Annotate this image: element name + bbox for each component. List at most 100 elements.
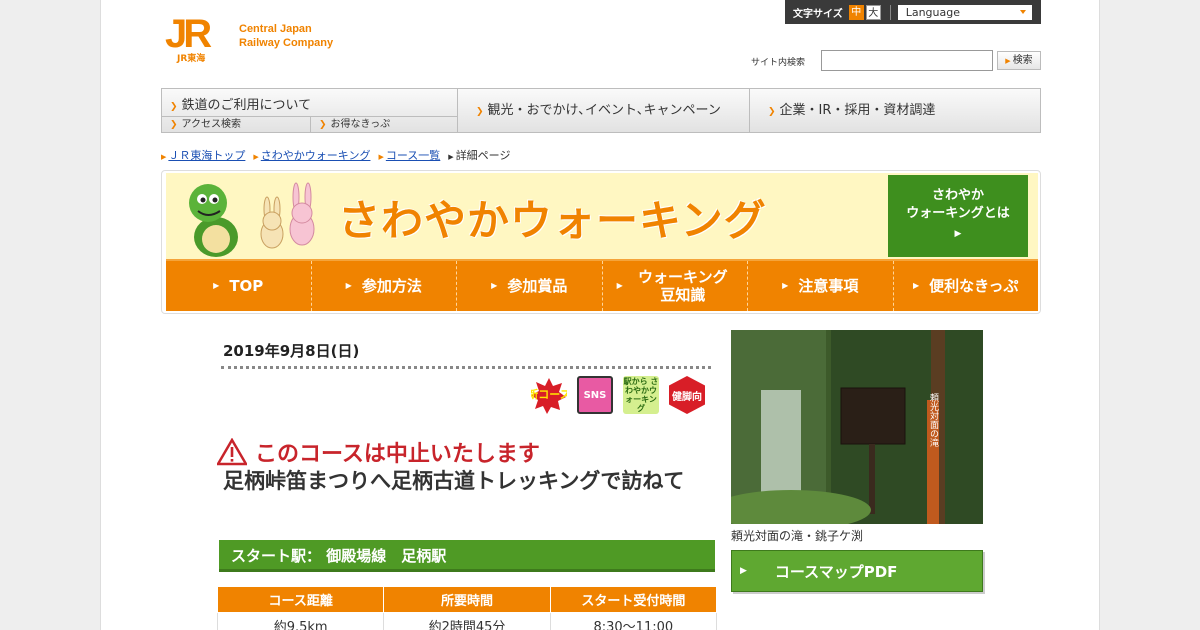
ekikara-walking-badge: 駅から さわやかウォーキング	[623, 376, 659, 414]
company-name-line2: Railway Company	[239, 37, 334, 49]
language-select-label: Language	[905, 5, 960, 19]
walking-nav-how-to-join[interactable]: ▶ 参加方法	[312, 261, 457, 311]
table-header-row: コース距離 所要時間 スタート受付時間	[216, 586, 718, 613]
chevron-right-icon: ❯	[319, 120, 327, 130]
arrow-right-icon: ▶	[1005, 57, 1011, 65]
gnav-railway-subnav: ❯ アクセス検索 ❯ お得なきっぷ	[162, 116, 458, 132]
walking-nav-label: 参加賞品	[507, 277, 568, 295]
chevron-down-icon	[1019, 9, 1026, 14]
gnav-railway-use[interactable]: ❯ 鉄道のご利用について	[162, 89, 458, 116]
course-date: 2019年9月8日(日)	[223, 342, 360, 360]
walking-nav-label: 参加方法	[361, 277, 422, 295]
table-header-duration: 所要時間	[383, 586, 551, 613]
company-name: Central Japan Railway Company	[239, 22, 333, 50]
table-header-distance: コース距離	[216, 586, 385, 613]
breadcrumb-item: ▶ コース一覧	[378, 147, 440, 163]
signpost-text: 頼光対面の滝	[928, 393, 939, 448]
search-button-label: 検索	[1012, 55, 1033, 66]
arrow-right-icon: ▶	[161, 153, 167, 161]
cancel-notice: このコースは中止いたします	[217, 436, 540, 468]
gnav-corporate-label: 企業・IR・採用・資材調達	[779, 103, 936, 118]
breadcrumb-walking-link[interactable]: さわやかウォーキング	[261, 149, 371, 162]
walking-nav-prizes[interactable]: ▶ 参加賞品	[457, 261, 603, 311]
start-station-bar: スタート駅： 御殿場線 足柄駅	[219, 540, 715, 572]
walking-banner: さわやかウォーキング さわやか ウォーキングとは ▶ ▶ TOP ▶ 参加方法 ▶ 参…	[161, 170, 1041, 314]
arrow-right-icon: ▶	[782, 281, 789, 290]
gnav-tourism-label: 観光・おでかけ､イベント､キャンペーン	[487, 103, 721, 118]
gnav-railway-use-label: 鉄道のご利用について	[181, 98, 312, 113]
search-input[interactable]	[821, 50, 993, 71]
walking-nav-label: 便利なきっぷ	[929, 277, 1019, 295]
arrow-right-icon: ▶	[253, 153, 259, 161]
arrow-right-icon: ▶	[448, 153, 454, 161]
ekikara-walking-badge-text: 駅から さわやかウォーキング	[623, 377, 659, 413]
gnav-corporate[interactable]: ❯ 企業・IR・採用・資材調達	[750, 89, 1040, 132]
utility-bar: 文字サイズ 中 大 Language	[785, 0, 1041, 24]
dotted-divider	[221, 366, 711, 369]
global-nav: ❯ 鉄道のご利用について ❯ アクセス検索 ❯ お得なきっぷ ❯ 観光・おでかけ､イベン…	[161, 88, 1041, 133]
what-is-walking-button[interactable]: さわやか ウォーキングとは ▶	[888, 175, 1028, 257]
advanced-walkers-badge: 健脚向	[669, 376, 705, 414]
arrow-right-icon: ▶	[740, 566, 747, 576]
jr-logo-mark: JR JR東海	[165, 12, 229, 64]
breadcrumb-item: ▶ ＪＲ東海トップ	[161, 147, 245, 163]
gnav-access-search[interactable]: ❯ アクセス検索	[162, 117, 310, 132]
chevron-right-icon: ❯	[768, 107, 776, 117]
breadcrumb-current: 詳細ページ	[455, 149, 511, 162]
what-is-walking-line1: さわやか	[931, 188, 984, 203]
gnav-discount-tickets[interactable]: ❯ お得なきっぷ	[310, 117, 458, 132]
gnav-tourism[interactable]: ❯ 観光・おでかけ､イベント､キャンペーン	[458, 89, 750, 132]
new-course-badge-text: 新コース	[531, 387, 567, 401]
breadcrumb: ▶ ＪＲ東海トップ ▶ さわやかウォーキング ▶ コース一覧 ▶ 詳細ページ	[161, 147, 510, 163]
what-is-walking-line2: ウォーキングとは	[906, 206, 1010, 221]
course-photo: 頼光対面の滝	[731, 330, 983, 524]
walking-nav-top[interactable]: ▶ TOP	[166, 261, 312, 311]
page: JR JR東海 Central Japan Railway Company 文字…	[100, 0, 1100, 630]
site-search-label: サイト内検索	[751, 58, 806, 68]
font-size-medium-button[interactable]: 中	[848, 4, 864, 20]
table-cell-distance: 約9.5km	[216, 612, 385, 630]
font-size-large-button[interactable]: 大	[865, 4, 881, 20]
photo-caption: 頼光対面の滝・銚子ケ渕	[731, 529, 864, 543]
walking-nav-notes[interactable]: ▶ 注意事項	[748, 261, 894, 311]
new-course-icon: 新コース	[531, 378, 567, 414]
mascot-illustration	[189, 182, 315, 257]
walking-nav-label: 注意事項	[798, 277, 859, 295]
divider	[889, 4, 891, 20]
new-course-badge: 新コース	[531, 376, 567, 414]
breadcrumb-item: ▶ 詳細ページ	[448, 147, 510, 163]
jr-logo-text: JR	[165, 12, 212, 56]
sns-badge: SNS	[577, 376, 613, 414]
walking-nav-tips[interactable]: ▶ ウォーキング豆知識	[603, 261, 748, 311]
arrow-right-icon: ▶	[912, 281, 920, 290]
breadcrumb-courses-link[interactable]: コース一覧	[386, 149, 440, 162]
gnav-railway-group: ❯ 鉄道のご利用について ❯ アクセス検索 ❯ お得なきっぷ	[162, 89, 458, 132]
gnav-access-search-label: アクセス検索	[181, 119, 242, 130]
font-size-label: 文字サイズ	[793, 8, 843, 20]
course-badges: 新コース SNS 駅から さわやかウォーキング 健脚向	[531, 376, 705, 414]
course-info-table: コース距離 所要時間 スタート受付時間 約9.5km 約2時間45分 8:30～…	[216, 586, 718, 630]
search-button[interactable]: ▶ 検索	[997, 51, 1041, 70]
arrow-right-icon: ▶	[213, 281, 220, 290]
walking-nav-tickets[interactable]: ▶ 便利なきっぷ	[894, 261, 1039, 311]
table-cell-duration: 約2時間45分	[383, 612, 551, 630]
course-title: 足柄峠笛まつりへ足柄古道トレッキングで訪ねて	[223, 469, 685, 493]
banner-header: さわやかウォーキング さわやか ウォーキングとは ▶	[166, 173, 1038, 259]
course-map-pdf-button[interactable]: ▶ コースマップPDF	[731, 550, 983, 592]
jr-logo-subtext: JR東海	[177, 54, 206, 64]
arrow-right-icon: ▶	[378, 153, 384, 161]
breadcrumb-home-link[interactable]: ＪＲ東海トップ	[168, 149, 245, 162]
language-select[interactable]: Language	[897, 4, 1032, 20]
gnav-discount-tickets-label: お得なきっぷ	[330, 119, 391, 130]
arrow-right-icon: ▶	[345, 281, 352, 290]
chevron-right-icon: ❯	[476, 107, 484, 117]
warning-icon	[217, 438, 247, 466]
chevron-right-icon: ❯	[170, 102, 178, 112]
company-name-line1: Central Japan	[239, 23, 312, 35]
arrow-right-icon: ▶	[954, 229, 962, 239]
jr-central-logo[interactable]: JR JR東海 Central Japan Railway Company	[165, 12, 333, 64]
arrow-right-icon: ▶	[616, 281, 623, 290]
arrow-right-icon: ▶	[491, 281, 498, 290]
chevron-right-icon: ❯	[170, 120, 178, 130]
banner-title: さわやかウォーキング	[338, 196, 767, 245]
